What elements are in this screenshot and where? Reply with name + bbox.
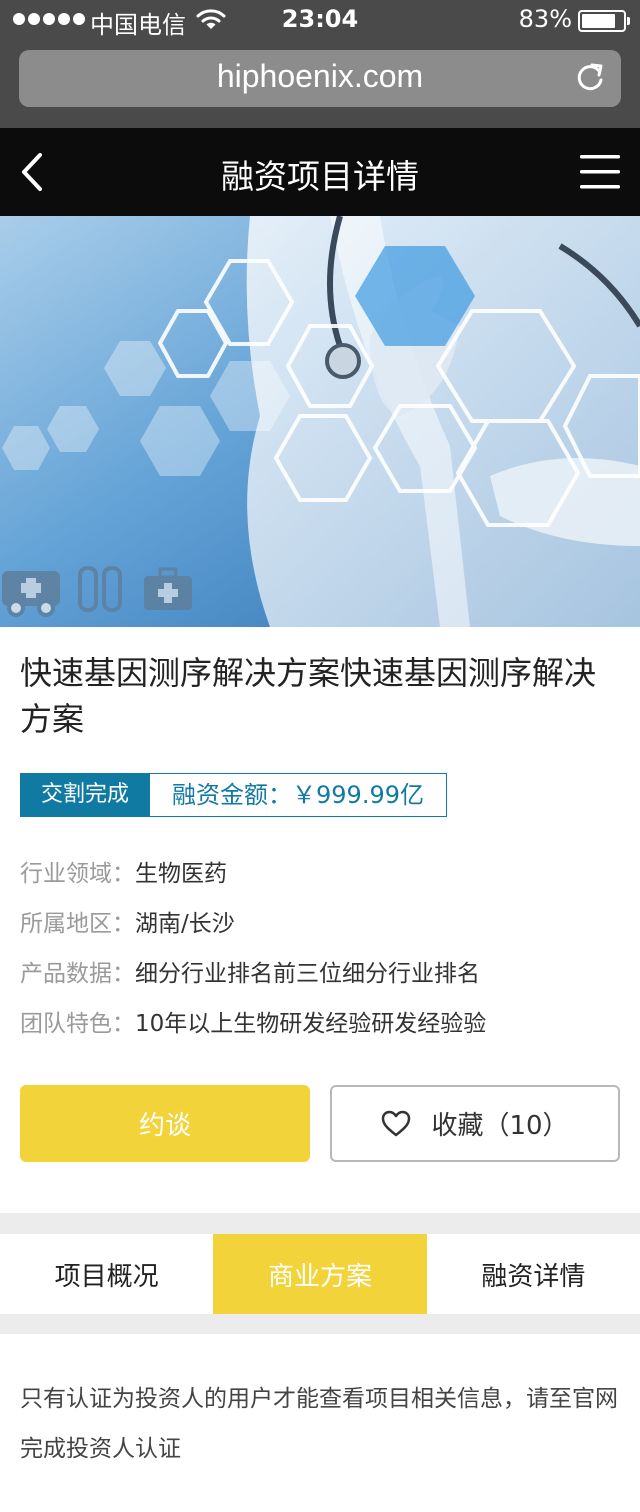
appointment-button[interactable]: 约谈 [20, 1085, 310, 1162]
info-value: 生物医药 [135, 861, 227, 887]
medical-illustration [0, 216, 640, 627]
app-header: 融资项目详情 [0, 128, 640, 216]
url-text: hiphoenix.com [216, 58, 424, 94]
reload-icon[interactable] [575, 63, 605, 93]
detail-tabs: 项目概况 商业方案 融资详情 [0, 1234, 640, 1314]
section-divider [0, 1314, 640, 1334]
info-row-industry: 行业领域：生物医药 [20, 855, 620, 905]
address-bar[interactable]: hiphoenix.com [19, 50, 621, 107]
info-label: 产品数据： [20, 961, 135, 987]
status-badge: 交割完成 [20, 773, 151, 817]
battery-level [582, 14, 616, 28]
menu-icon[interactable] [580, 154, 620, 190]
info-label: 所属地区： [20, 911, 135, 937]
favorite-button-label: 收藏（10） [431, 1111, 569, 1141]
info-label: 行业领域： [20, 861, 135, 887]
tab-business-plan[interactable]: 商业方案 [213, 1234, 427, 1314]
battery-icon [578, 10, 630, 32]
battery-percentage: 83% [518, 5, 572, 33]
favorite-button[interactable]: 收藏（10） [330, 1085, 620, 1162]
tab-financing-details[interactable]: 融资详情 [427, 1234, 640, 1314]
info-row-product-data: 产品数据：细分行业排名前三位细分行业排名 [20, 955, 620, 1005]
project-title: 快速基因测序解决方案快速基因测序解决方案 [20, 654, 597, 738]
project-tags: 交割完成 融资金额：￥999.99亿 [20, 773, 447, 817]
financing-amount-badge: 融资金额：￥999.99亿 [150, 773, 447, 817]
appointment-button-label: 约谈 [138, 1111, 191, 1141]
info-row-team: 团队特色：10年以上生物研发经验研发经验验 [20, 1005, 620, 1055]
tab-project-overview[interactable]: 项目概况 [0, 1234, 213, 1314]
info-row-region: 所属地区：湖南/长沙 [20, 905, 620, 955]
browser-chrome: 中国电信 23:04 83% hiphoenix.com [0, 0, 640, 128]
project-hero-image [0, 216, 640, 627]
info-value: 细分行业排名前三位细分行业排名 [135, 961, 480, 987]
info-label: 团队特色： [20, 1011, 135, 1037]
project-info-list: 行业领域：生物医药 所属地区：湖南/长沙 产品数据：细分行业排名前三位细分行业排… [20, 855, 620, 1055]
section-divider [0, 1213, 640, 1234]
info-value: 10年以上生物研发经验研发经验验 [135, 1011, 487, 1037]
info-value: 湖南/长沙 [135, 911, 235, 937]
status-bar: 中国电信 23:04 83% [0, 0, 640, 40]
financing-amount-value: ￥999.99亿 [292, 781, 424, 809]
page-title: 融资项目详情 [221, 157, 419, 196]
investor-verification-notice: 只有认证为投资人的用户才能查看项目相关信息，请至官网完成投资人认证 [20, 1386, 618, 1462]
financing-amount-label: 融资金额： [172, 781, 293, 809]
heart-icon [382, 1110, 411, 1136]
